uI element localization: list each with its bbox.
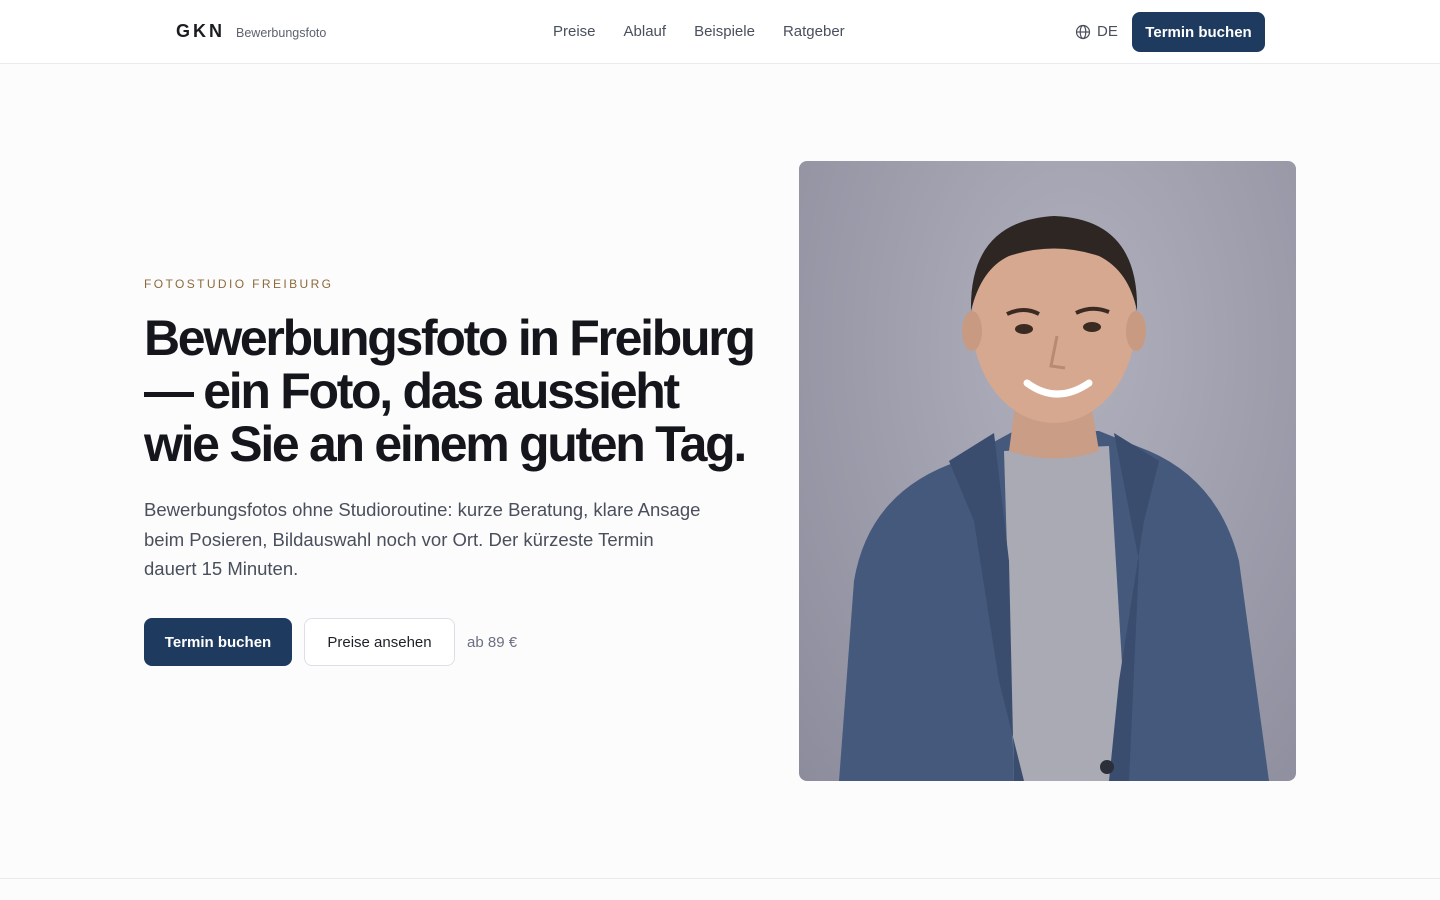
portrait-photo xyxy=(799,161,1296,781)
hero-eyebrow: FOTOSTUDIO FREIBURG xyxy=(144,277,334,291)
hero-headline: Bewerbungsfoto in Freiburg — ein Foto, d… xyxy=(144,310,756,472)
header-book-button[interactable]: Termin buchen xyxy=(1132,12,1265,52)
site-header: GKN Bewerbungsfoto Preise Ablauf Beispie… xyxy=(0,0,1440,64)
brand-subtitle: Bewerbungsfoto xyxy=(236,26,327,40)
section-divider xyxy=(0,878,1440,879)
hero-book-button[interactable]: Termin buchen xyxy=(144,618,292,666)
globe-icon xyxy=(1075,24,1091,39)
brand-logo[interactable]: GKN Bewerbungsfoto xyxy=(176,21,326,42)
nav-item-ablauf[interactable]: Ablauf xyxy=(624,23,667,40)
view-prices-button[interactable]: Preise ansehen xyxy=(304,618,455,666)
nav-item-ratgeber[interactable]: Ratgeber xyxy=(783,23,845,40)
portrait-illustration xyxy=(839,216,1269,781)
nav-item-preise[interactable]: Preise xyxy=(553,23,596,40)
hero-lead: Bewerbungsfotos ohne Studioroutine: kurz… xyxy=(144,499,701,579)
main-nav: Preise Ablauf Beispiele Ratgeber xyxy=(553,23,845,40)
price-note: ab 89 € xyxy=(467,633,518,651)
brand-mark: GKN xyxy=(176,21,225,41)
language-label: DE xyxy=(1097,23,1118,40)
hero-cta-row: Termin buchen Preise ansehen ab 89 € xyxy=(144,618,517,666)
nav-item-beispiele[interactable]: Beispiele xyxy=(694,23,755,40)
language-switcher[interactable]: DE xyxy=(1075,23,1118,40)
